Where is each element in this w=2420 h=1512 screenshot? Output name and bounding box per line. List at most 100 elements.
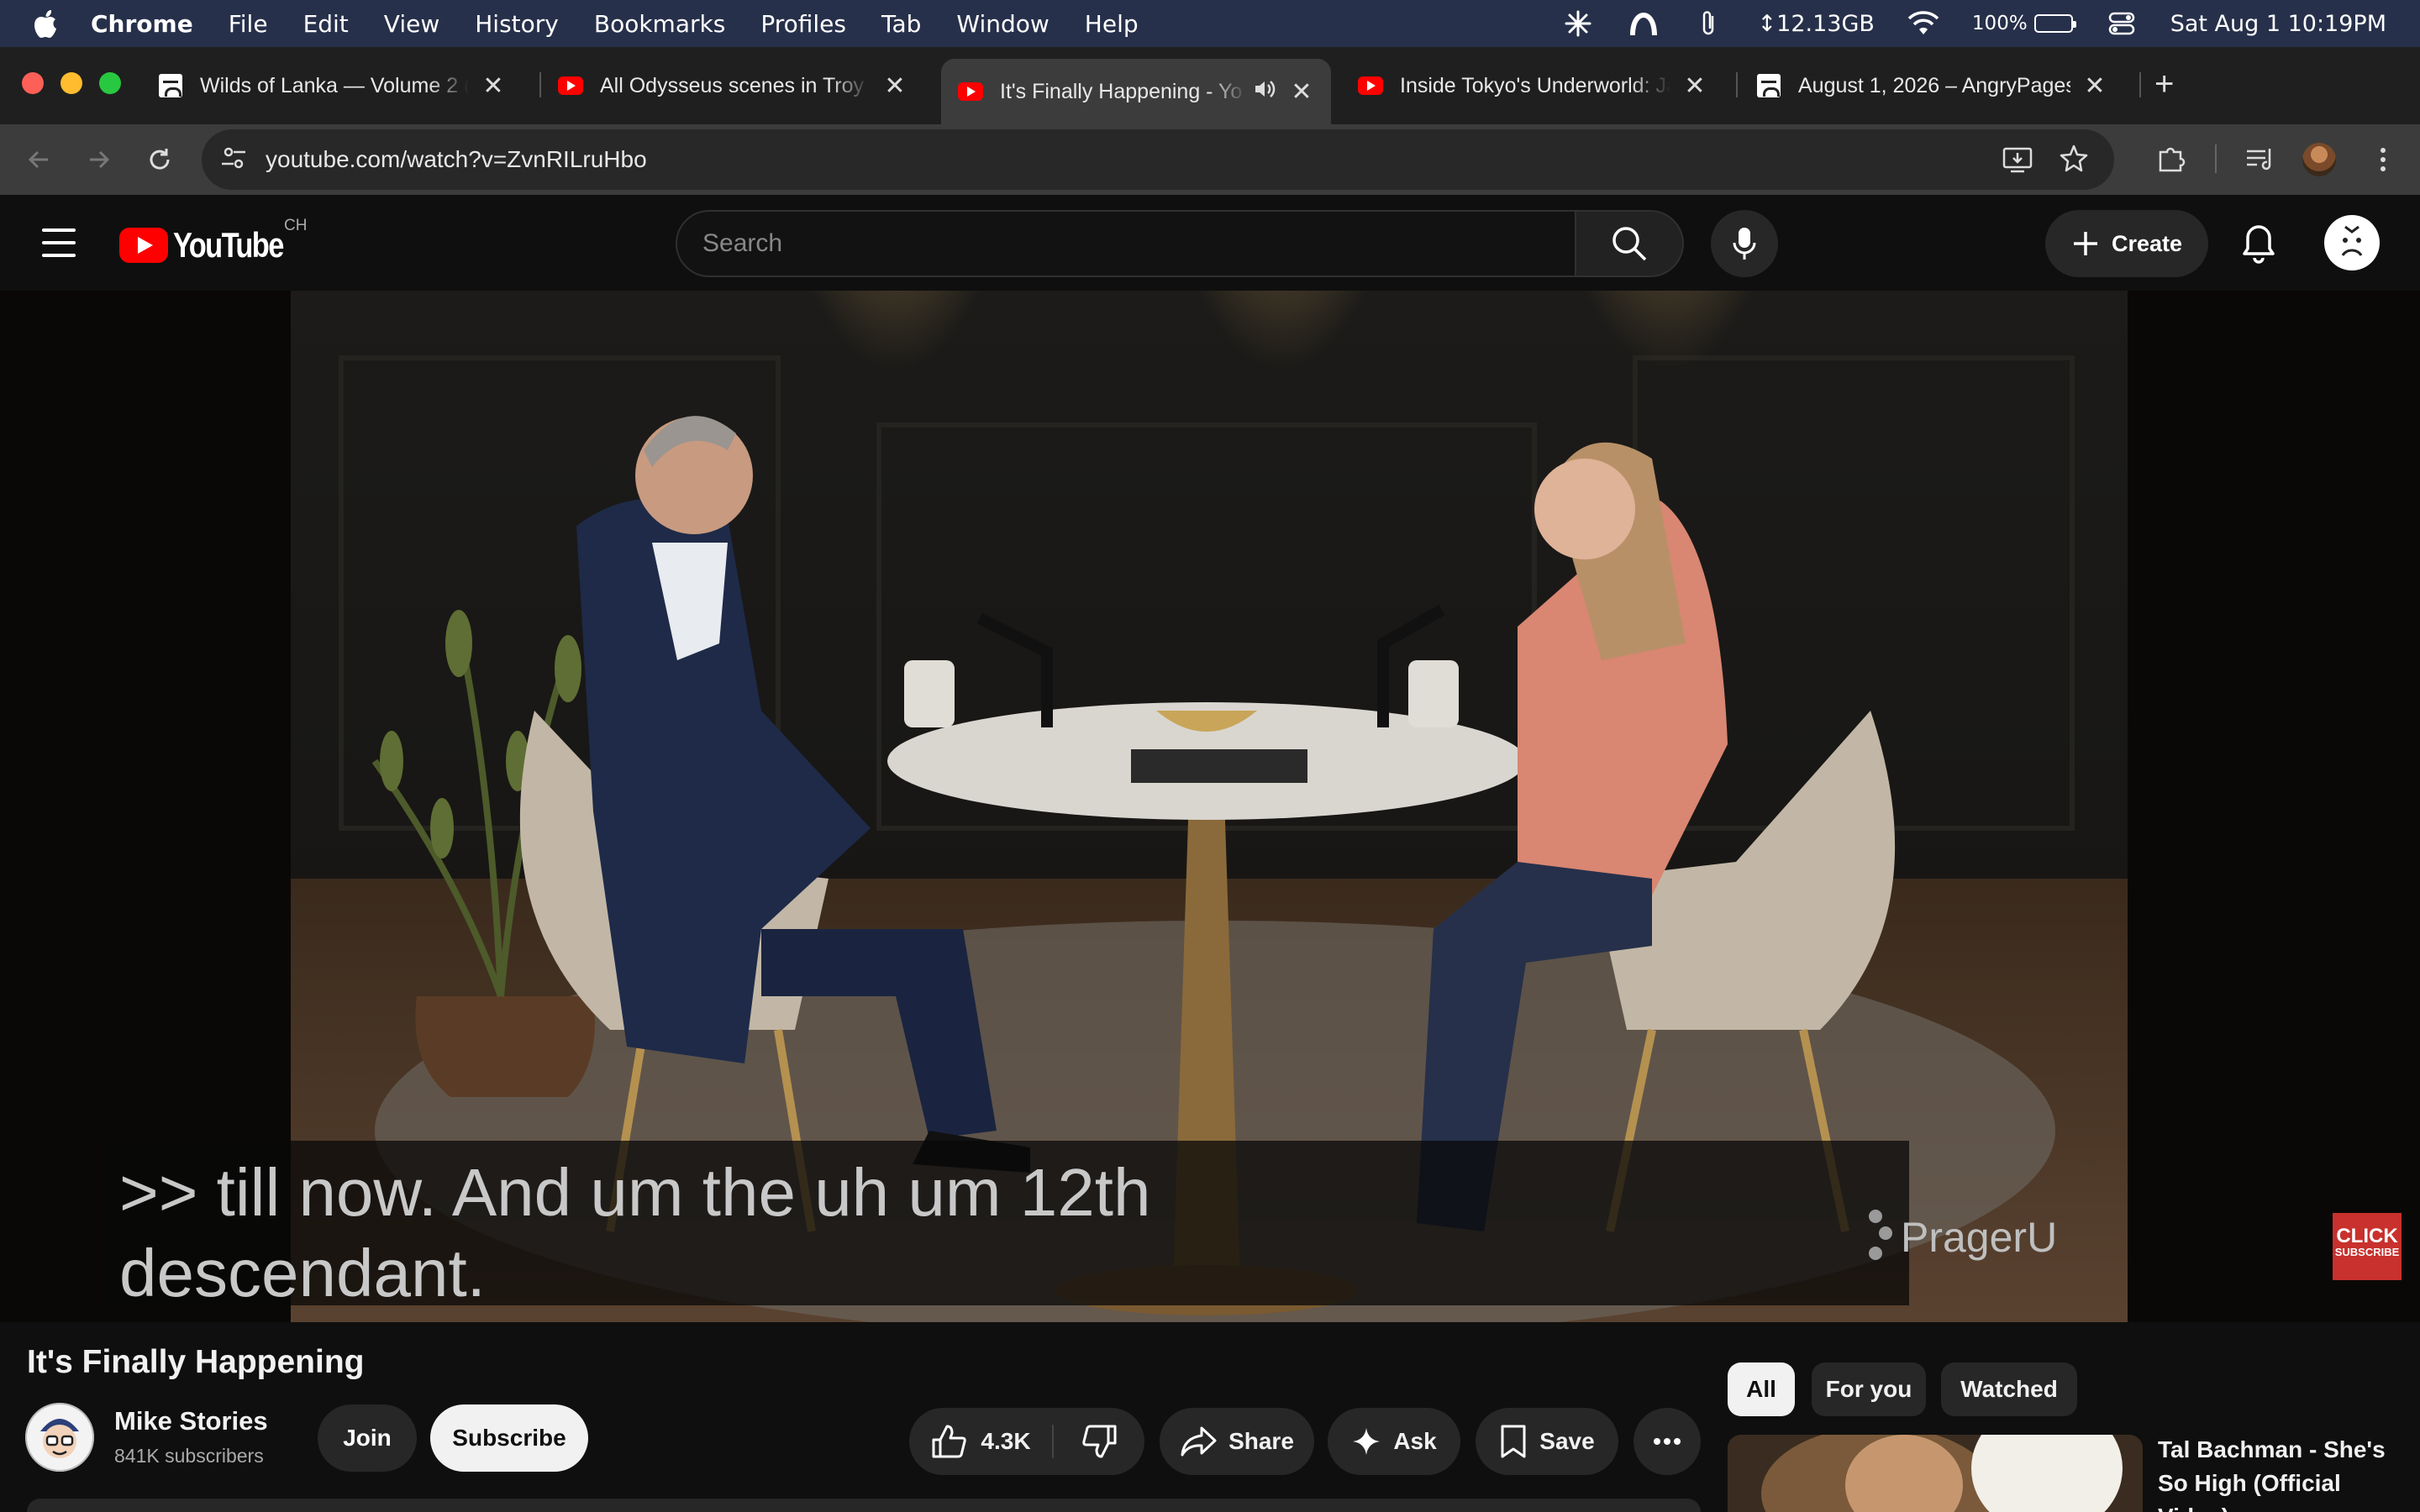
thumbs-down-icon [1082,1425,1117,1458]
channel-name[interactable]: Mike Stories [114,1406,268,1436]
join-button[interactable]: Join [318,1404,417,1472]
tab-its-finally-happening[interactable]: It's Finally Happening - Yo ✕ [941,59,1331,124]
back-button[interactable] [17,138,60,181]
bookmark-star-icon[interactable] [2059,144,2089,178]
plus-icon [2073,232,2097,255]
audio-playing-icon[interactable] [1254,78,1277,106]
youtube-icon [958,79,983,104]
search-box [676,210,1576,277]
close-tab-icon[interactable]: ✕ [2082,71,2107,101]
media-controls-icon[interactable] [2240,139,2281,180]
app-menu-chrome[interactable]: Chrome [91,10,193,38]
wifi-icon[interactable] [1907,8,1940,39]
guide-menu-icon[interactable] [42,228,76,257]
description-box[interactable] [27,1499,1701,1512]
voice-search-button[interactable] [1711,210,1778,277]
arc-app-icon[interactable] [1627,8,1660,39]
subscribe-button[interactable]: Subscribe [430,1404,588,1472]
profile-avatar[interactable] [2299,139,2339,180]
install-app-icon[interactable] [2002,144,2033,179]
menu-view[interactable]: View [384,10,439,38]
youtube-logo[interactable]: YouTube [119,225,307,265]
create-label: Create [2111,230,2183,256]
tab-wilds-of-lanka[interactable]: Wilds of Lanka — Volume 2 (2 ✕ [141,60,523,111]
like-divider [1052,1425,1054,1458]
tab-separator [1736,72,1738,97]
close-tab-icon[interactable]: ✕ [1289,77,1314,107]
tab-odysseus-scenes[interactable]: All Odysseus scenes in Troy ( ✕ [541,60,924,111]
subscriber-count: 841K subscribers [114,1445,264,1467]
chip-all[interactable]: All [1728,1362,1795,1416]
url-text[interactable]: youtube.com/watch?v=ZvnRILruHbo [266,146,647,173]
bookmark-icon [1501,1425,1526,1458]
youtube-play-icon [119,228,168,263]
memory-status[interactable]: ↕12.13GB [1758,11,1875,37]
angrypages-icon [158,73,183,98]
share-button[interactable]: Share [1160,1408,1314,1475]
apple-logo-icon[interactable] [32,8,60,39]
save-button[interactable]: Save [1476,1408,1618,1475]
search-input[interactable] [702,212,1543,276]
toolbar-divider [2215,144,2217,173]
caption-text: >> till now. And um the uh um 12th desce… [119,1155,1151,1310]
tab-angrypages[interactable]: August 1, 2026 – AngryPages ✕ [1739,60,2124,111]
minimize-window-button[interactable] [60,72,82,94]
extensions-puzzle-icon[interactable] [2151,139,2191,180]
angrypages-icon [1756,73,1781,98]
new-tab-button[interactable]: + [2154,66,2174,103]
notifications-bell-icon[interactable] [2235,218,2282,269]
like-button[interactable]: 4.3K [909,1408,1052,1475]
dislike-button[interactable] [1055,1408,1144,1475]
video-player[interactable]: >> till now. And um the uh um 12th desce… [0,291,2420,1322]
tab-title: It's Finally Happening - Yo [1000,79,1243,103]
chrome-menu-icon[interactable] [2363,139,2403,180]
battery-percent: 100% [1971,13,2028,34]
create-button[interactable]: Create [2045,210,2208,277]
recommendation-thumbnail[interactable] [1728,1435,2143,1512]
like-count: 4.3K [981,1428,1031,1454]
battery-status[interactable]: 100% [1971,13,2076,34]
more-horizontal-icon [1654,1438,1681,1445]
save-label: Save [1539,1428,1595,1454]
menu-history[interactable]: History [475,10,559,38]
forward-button[interactable] [77,138,121,181]
share-label: Share [1228,1428,1294,1454]
youtube-icon [1358,73,1383,98]
channel-watermark[interactable]: PragerU [1867,1208,2057,1267]
menu-profiles[interactable]: Profiles [760,10,846,38]
menu-edit[interactable]: Edit [303,10,349,38]
recommendation-title[interactable]: Tal Bachman - She's So High (Official Vi… [2158,1433,2393,1512]
address-bar[interactable]: youtube.com/watch?v=ZvnRILruHbo [202,129,2114,190]
zoom-window-button[interactable] [99,72,121,94]
chip-for-you[interactable]: For you [1812,1362,1926,1416]
menu-tab[interactable]: Tab [881,10,921,38]
chip-watched[interactable]: Watched [1941,1362,2077,1416]
menu-window[interactable]: Window [956,10,1049,38]
click-subscribe-badge[interactable]: CLICK SUBSCRIBE [2333,1213,2402,1280]
tab-tokyo-underworld[interactable]: Inside Tokyo's Underworld: Ja ✕ [1341,60,1724,111]
youtube-wordmark: YouTube [173,225,284,265]
tab-title: Inside Tokyo's Underworld: Ja [1400,73,1670,97]
channel-avatar[interactable] [25,1403,94,1472]
ask-label: Ask [1393,1428,1437,1454]
close-tab-icon[interactable]: ✕ [481,71,506,101]
paperclip-icon[interactable] [1692,8,1726,39]
clock[interactable]: Sat Aug 1 10:19PM [2170,11,2386,37]
reload-button[interactable] [138,138,182,181]
ask-button[interactable]: Ask [1328,1408,1460,1475]
menu-help[interactable]: Help [1085,10,1139,38]
control-center-icon[interactable] [2105,8,2139,39]
menu-bookmarks[interactable]: Bookmarks [594,10,725,38]
more-actions-button[interactable] [1634,1408,1701,1475]
close-tab-icon[interactable]: ✕ [1682,71,1707,101]
search-icon [1612,227,1647,261]
close-tab-icon[interactable]: ✕ [882,71,908,101]
search-button[interactable] [1576,210,1684,277]
account-avatar[interactable] [2324,215,2380,270]
country-code: CH [284,217,308,234]
close-window-button[interactable] [22,72,44,94]
menu-file[interactable]: File [229,10,268,38]
site-info-icon[interactable] [218,143,249,177]
sparkle-icon[interactable] [1561,8,1595,39]
like-dislike-group: 4.3K [909,1408,1144,1475]
